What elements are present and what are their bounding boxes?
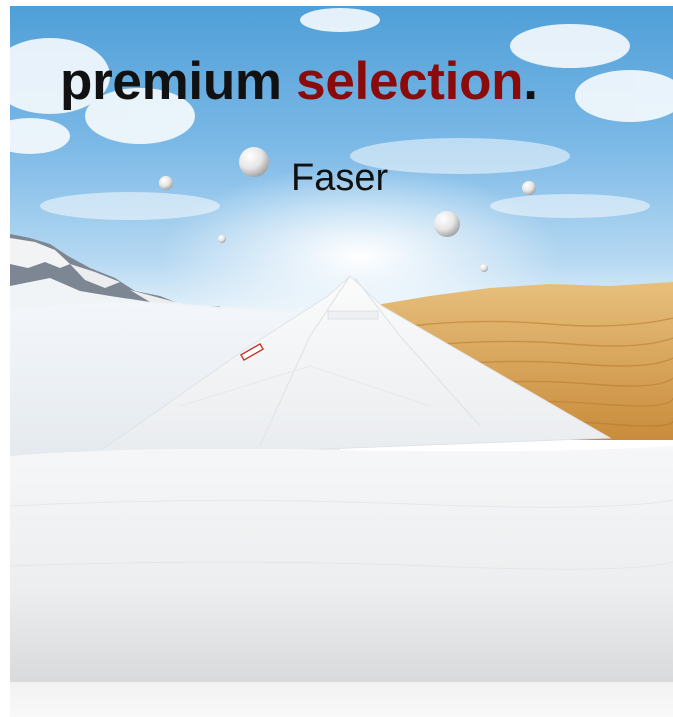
foreground-duvet	[10, 446, 673, 682]
sphere-large	[239, 147, 269, 177]
subline-faser: Faser	[291, 157, 389, 199]
sphere-tiny	[218, 235, 226, 243]
hero-photo: premium selection. Faser	[10, 6, 673, 682]
sphere-medium	[434, 211, 460, 237]
headline-selection: selection	[296, 52, 524, 111]
headline-period: .	[523, 52, 538, 111]
duvet-label	[327, 310, 379, 320]
sphere-small	[522, 181, 536, 195]
headline: premium selection.	[60, 50, 673, 114]
footer-strip	[10, 682, 673, 717]
sphere-tiny	[480, 264, 488, 272]
headline-premium: premium	[60, 52, 282, 111]
sphere-small	[159, 176, 173, 190]
